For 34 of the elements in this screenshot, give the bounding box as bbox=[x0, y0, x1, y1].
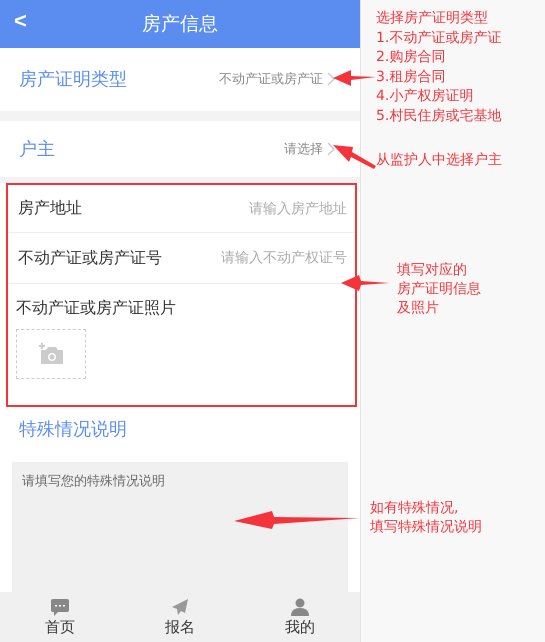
photo-upload-button[interactable] bbox=[16, 329, 86, 380]
annotation-text: 5.村民住房或宅基地 bbox=[376, 106, 502, 126]
field-label: 房产证明类型 bbox=[19, 68, 127, 92]
annotation-text: 如有特殊情况, bbox=[370, 499, 460, 518]
tab-item[interactable]: 我的 bbox=[240, 592, 360, 642]
page-title: 房产信息 bbox=[142, 12, 218, 37]
section-title: 特殊情况说明 bbox=[18, 418, 128, 442]
field-label: 不动产证或房产证号 bbox=[18, 248, 162, 269]
annotation-arrow bbox=[333, 70, 376, 86]
chevron-icon bbox=[326, 140, 336, 157]
annotation-text: 填写特殊情况说明 bbox=[370, 518, 482, 537]
type-select[interactable]: 不动产证或房产证 bbox=[219, 70, 336, 88]
field-label: 户主 bbox=[19, 138, 55, 161]
annotation-text: 从监护人中选择户主 bbox=[376, 151, 502, 170]
annotation-text: 及照片 bbox=[397, 299, 440, 318]
field-label: 不动产证或房产证照片 bbox=[15, 297, 177, 320]
chevron-icon bbox=[326, 71, 336, 88]
user-icon bbox=[290, 598, 310, 616]
annotation-text: 选择房产证明类型 bbox=[376, 9, 489, 28]
field-label: 房产地址 bbox=[18, 198, 82, 220]
annotation-text: 房产证明信息 bbox=[397, 280, 481, 299]
description-field[interactable]: 请填写您的特殊情况说明 bbox=[12, 462, 348, 592]
chat-icon bbox=[50, 598, 70, 616]
tab-item[interactable]: 首页 bbox=[0, 592, 120, 642]
annotation-arrow bbox=[333, 145, 376, 169]
owner-select[interactable]: 请选择 bbox=[284, 140, 336, 158]
tab-item[interactable]: 报名 bbox=[120, 592, 240, 642]
add-camera-icon bbox=[37, 343, 65, 366]
annotation-text: 填写对应的 bbox=[397, 261, 468, 280]
annotation-text: 3.租房合同 bbox=[376, 68, 446, 86]
annotation-text: 1.不动产证或房产证 bbox=[376, 28, 502, 48]
annotation-text: 4.小产权房证明 bbox=[376, 87, 474, 106]
annotation-text: 2.购房合同 bbox=[376, 48, 446, 67]
send-icon bbox=[171, 598, 189, 616]
